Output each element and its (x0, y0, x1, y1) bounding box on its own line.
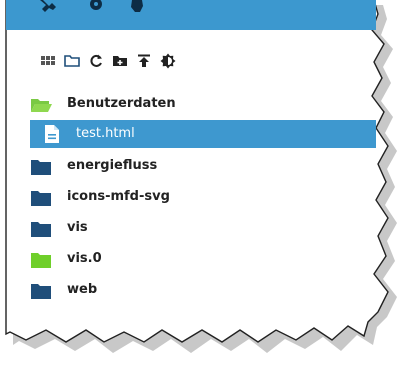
tree-item-label: icons-mfd-svg (67, 189, 170, 204)
grid-view-icon[interactable] (40, 53, 56, 69)
file-browser-window: Benutzerdaten test.html energiefluss ico… (0, 0, 402, 371)
refresh-icon[interactable] (88, 53, 104, 69)
tree-item-vis[interactable]: vis (6, 216, 376, 242)
folder-open-icon (31, 99, 52, 112)
tree-item-vis-0[interactable]: vis.0 (6, 247, 376, 273)
wrench-icon[interactable] (40, 0, 60, 14)
hand-icon[interactable] (128, 0, 148, 14)
theme-icon[interactable] (160, 53, 176, 69)
tree-item-web[interactable]: web (6, 278, 376, 304)
folder-icon (31, 160, 51, 175)
folder-icon (31, 222, 51, 237)
tree-item-energiefluss[interactable]: energiefluss (6, 154, 376, 180)
tree-item-test-html[interactable]: test.html (30, 120, 376, 148)
file-browser-panel: Benutzerdaten test.html energiefluss ico… (6, 0, 376, 330)
folder-icon (31, 191, 51, 206)
folder-icon (31, 253, 51, 268)
tree-item-label: web (67, 282, 98, 297)
file-document-icon (45, 125, 59, 143)
folder-icon (31, 284, 51, 299)
gear-icon[interactable] (86, 0, 106, 14)
tree-item-label: vis (67, 220, 88, 235)
top-toolbar (6, 0, 376, 30)
upload-icon[interactable] (136, 53, 152, 69)
tree-item-benutzerdaten[interactable]: Benutzerdaten (6, 92, 376, 118)
tree-item-icons-mfd-svg[interactable]: icons-mfd-svg (6, 185, 376, 211)
tree-item-label: Benutzerdaten (67, 96, 176, 111)
tree-item-label: vis.0 (67, 251, 102, 266)
tree-item-label: test.html (76, 126, 135, 141)
tree-item-label: energiefluss (67, 158, 158, 173)
new-folder-icon[interactable] (112, 53, 128, 69)
folder-icon[interactable] (64, 53, 80, 69)
